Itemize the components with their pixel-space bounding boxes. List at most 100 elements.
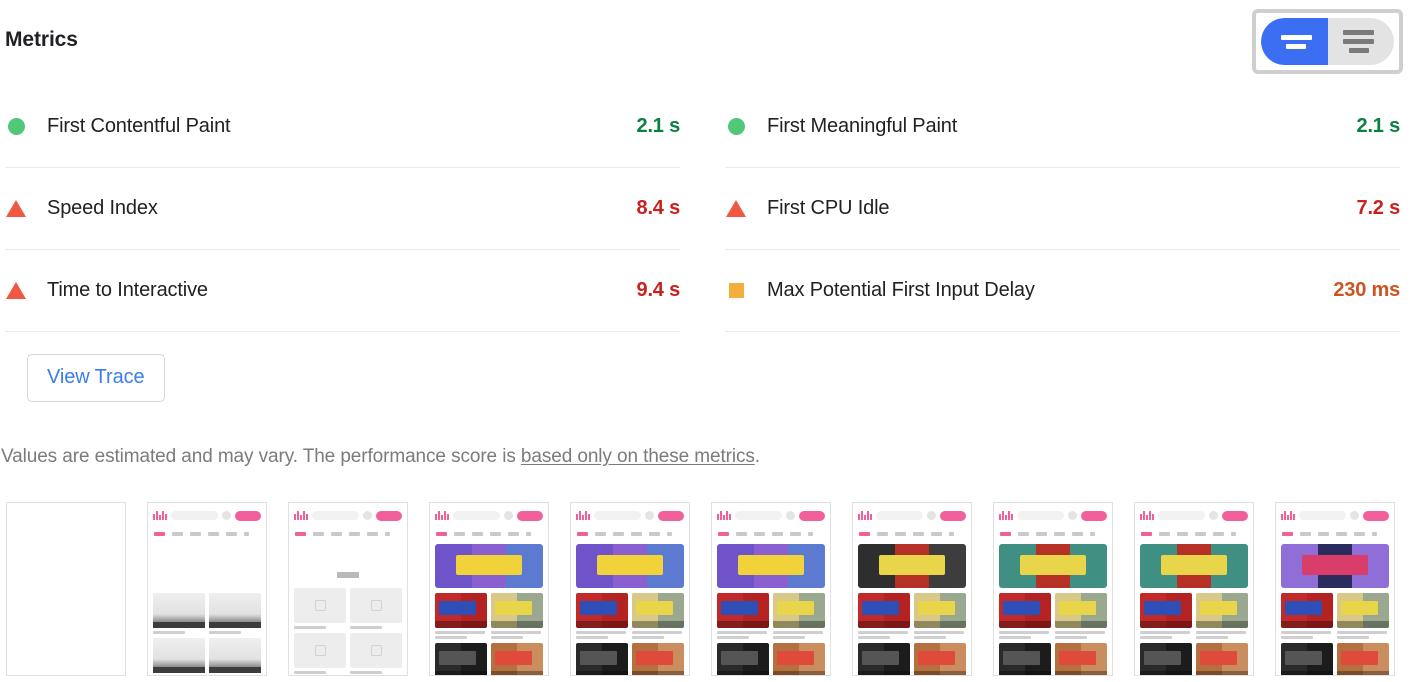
mini-nav-tabs: [1281, 529, 1389, 538]
hero-banner: [999, 544, 1107, 588]
filmstrip-frame[interactable]: [852, 502, 972, 676]
mini-nav-tabs: [294, 529, 402, 538]
metric-row-first-cpu-idle[interactable]: First CPU Idle 7.2 s: [725, 168, 1400, 250]
filmstrip-frame[interactable]: [570, 502, 690, 676]
filmstrip-frame[interactable]: [711, 502, 831, 676]
video-caption: [491, 631, 543, 639]
video-card: [294, 633, 346, 674]
video-caption: [294, 671, 346, 674]
based-only-on-these-metrics-link[interactable]: based only on these metrics: [521, 446, 755, 467]
video-thumbnail: [435, 643, 487, 675]
avatar: [786, 511, 795, 520]
avatar: [927, 511, 936, 520]
frame-blank-page: [7, 503, 125, 675]
metric-row-time-to-interactive[interactable]: Time to Interactive 9.4 s: [5, 250, 680, 332]
toggle-track: [1261, 18, 1394, 65]
circle-pass-icon: [725, 118, 747, 135]
download-app-button: [517, 510, 543, 521]
thumbnail-placeholder: [153, 593, 205, 628]
metric-value: 8.4 s: [636, 197, 681, 219]
disclaimer-text-after: .: [754, 446, 760, 467]
view-trace-button[interactable]: View Trace: [27, 354, 165, 402]
filmstrip-frame[interactable]: [288, 502, 408, 676]
video-caption: [435, 631, 487, 639]
toggle-option-simple-view[interactable]: [1261, 18, 1328, 65]
mini-nav-tabs: [1140, 529, 1248, 538]
video-card: [717, 643, 769, 675]
mini-page-header: [153, 509, 261, 522]
download-app-button: [940, 510, 966, 521]
site-logo-icon: [294, 511, 308, 520]
video-thumbnail: [999, 593, 1051, 628]
video-grid: [153, 593, 261, 675]
video-card: [350, 633, 402, 674]
metrics-view-toggle[interactable]: [1252, 9, 1403, 74]
filmstrip-frame[interactable]: [429, 502, 549, 676]
frame-mini-page: [430, 503, 548, 675]
metric-label: Speed Index: [47, 197, 158, 219]
video-card: [435, 593, 487, 639]
frame-content: [294, 572, 402, 674]
metric-row-first-contentful-paint[interactable]: First Contentful Paint 2.1 s: [5, 86, 680, 168]
video-grid: [858, 593, 966, 675]
video-card: [1140, 643, 1192, 675]
metric-value: 9.4 s: [636, 279, 681, 301]
toggle-option-detail-view[interactable]: [1327, 18, 1394, 65]
filmstrip-frame[interactable]: [6, 502, 126, 676]
video-card: [717, 593, 769, 639]
mini-nav-tabs: [717, 529, 825, 538]
loading-indicator: [337, 572, 359, 578]
metric-row-first-meaningful-paint[interactable]: First Meaningful Paint 2.1 s: [725, 86, 1400, 168]
video-thumbnail: [1140, 643, 1192, 675]
frame-content: [153, 544, 261, 675]
mini-page-header: [717, 509, 825, 522]
filmstrip-frame[interactable]: [993, 502, 1113, 676]
toggle-bar-icon: [1343, 39, 1375, 44]
frame-mini-page: [994, 503, 1112, 675]
frame-mini-page: [1276, 503, 1394, 675]
metric-value: 7.2 s: [1356, 197, 1401, 219]
download-app-button: [1081, 510, 1107, 521]
frame-mini-page: [571, 503, 689, 675]
video-card: [1281, 643, 1333, 675]
site-logo-icon: [717, 511, 731, 520]
thumbnail-placeholder: [350, 633, 402, 668]
video-card: [576, 593, 628, 639]
mini-nav-tabs: [858, 529, 966, 538]
video-caption: [1337, 631, 1389, 639]
video-grid: [999, 593, 1107, 675]
video-caption: [632, 631, 684, 639]
video-thumbnail: [1281, 593, 1333, 628]
video-grid: [717, 593, 825, 675]
video-card: [576, 643, 628, 675]
avatar: [504, 511, 513, 520]
video-caption: [350, 626, 402, 629]
thumbnail-placeholder: [294, 588, 346, 623]
video-caption: [1196, 631, 1248, 639]
video-thumbnail: [717, 593, 769, 628]
video-grid: [1140, 593, 1248, 675]
triangle-fail-icon: [5, 282, 27, 299]
filmstrip-frame[interactable]: [1275, 502, 1395, 676]
video-card: [999, 643, 1051, 675]
video-card: [435, 643, 487, 675]
search-bar: [1017, 511, 1064, 520]
search-bar: [1158, 511, 1205, 520]
video-card: [1196, 593, 1248, 639]
video-caption: [153, 631, 205, 634]
download-app-button: [235, 510, 261, 521]
filmstrip-frame[interactable]: [147, 502, 267, 676]
video-caption: [999, 631, 1051, 639]
avatar: [1068, 511, 1077, 520]
search-bar: [312, 511, 359, 520]
metric-row-max-potential-first-input-delay[interactable]: Max Potential First Input Delay 230 ms: [725, 250, 1400, 332]
metric-row-speed-index[interactable]: Speed Index 8.4 s: [5, 168, 680, 250]
video-grid: [576, 593, 684, 675]
video-card: [209, 593, 261, 634]
video-card: [632, 643, 684, 675]
download-app-button: [658, 510, 684, 521]
video-card: [350, 588, 402, 629]
video-thumbnail: [773, 643, 825, 675]
filmstrip-frame[interactable]: [1134, 502, 1254, 676]
triangle-fail-icon: [5, 200, 27, 217]
